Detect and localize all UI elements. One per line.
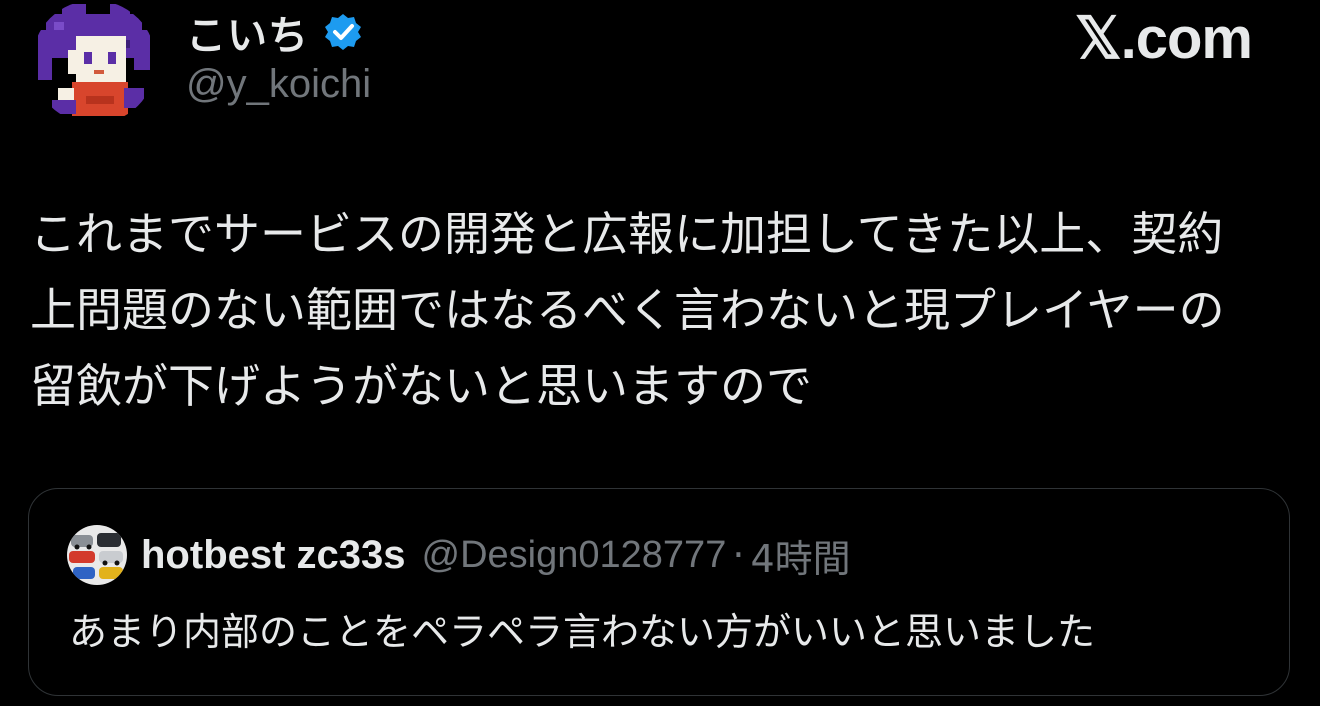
quote-author-name[interactable]: hotbest zc33s — [141, 533, 406, 578]
x-com-logo: 𝕏.com — [1074, 6, 1253, 71]
pixel-art-avatar-image — [32, 0, 156, 124]
verified-badge-icon — [325, 14, 361, 50]
quote-timestamp[interactable]: 4時間 — [750, 528, 850, 583]
author-handle[interactable]: @y_koichi — [186, 62, 371, 107]
cars-photo-avatar-image — [67, 525, 127, 585]
author-avatar[interactable] — [32, 0, 156, 124]
author-name-row[interactable]: こいち — [186, 8, 363, 59]
quote-author-handle[interactable]: @Design0128777 — [422, 534, 727, 577]
author-display-name[interactable]: こいち — [186, 3, 309, 61]
quote-text: あまり内部のことをペラペラ言わない方がいいと思いました — [69, 610, 1096, 654]
tweet-text: これまでサービスの開発と広報に加担してきた以上、契約 上問題のない範囲ではなるべ… — [30, 207, 1225, 413]
quote-author-avatar[interactable] — [67, 525, 127, 585]
quoted-tweet-card[interactable]: hotbest zc33s @Design0128777 · 4時間 あまり内部… — [28, 488, 1290, 696]
quote-header: hotbest zc33s @Design0128777 · 4時間 — [67, 523, 851, 587]
quote-separator: · — [732, 533, 745, 577]
